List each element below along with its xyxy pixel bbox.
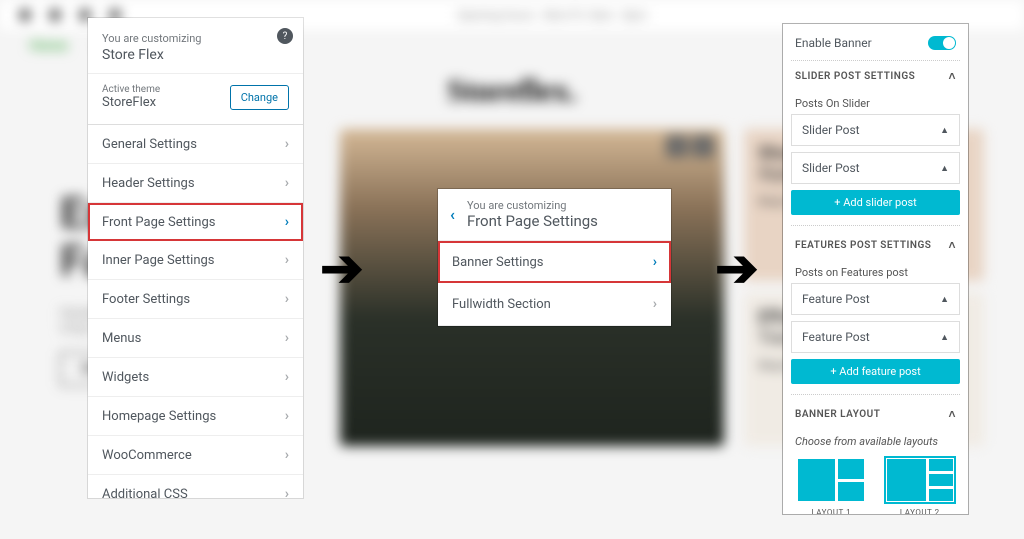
feature-post-item[interactable]: Feature Post▲ (791, 283, 960, 315)
panel-title: Store Flex (102, 47, 289, 63)
feature-post-item[interactable]: Feature Post▲ (791, 321, 960, 353)
enable-banner-toggle[interactable] (928, 36, 956, 50)
triangle-up-icon: ▲ (940, 163, 949, 174)
add-slider-post-button[interactable]: + Add slider post (791, 190, 960, 215)
posts-on-slider-label: Posts On Slider (791, 91, 960, 114)
customizer-panel-front-page: ‹ You are customizing Front Page Setting… (438, 189, 671, 326)
menu-item-front-page-settings[interactable]: Front Page Settings› (88, 203, 303, 241)
menu-item-woocommerce[interactable]: WooCommerce› (88, 436, 303, 475)
change-theme-button[interactable]: Change (230, 85, 289, 110)
customizer-panel-main: You are customizing Store Flex ? Active … (88, 18, 303, 498)
layout-option-1[interactable]: Layout 1 (791, 456, 872, 514)
triangle-up-icon: ▲ (940, 332, 949, 343)
chevron-right-icon: › (285, 330, 289, 346)
slider-post-item[interactable]: Slider Post▲ (791, 114, 960, 146)
triangle-up-icon: ▲ (940, 125, 949, 136)
back-button[interactable]: ‹ (450, 205, 455, 224)
triangle-up-icon: ▲ (940, 294, 949, 305)
menu-item-additional-css[interactable]: Additional CSS› (88, 475, 303, 498)
chevron-right-icon: › (285, 447, 289, 463)
chevron-right-icon: › (285, 369, 289, 385)
menu-item-widgets[interactable]: Widgets› (88, 358, 303, 397)
active-theme-name: StoreFlex (102, 95, 160, 110)
panel-title: Front Page Settings (467, 212, 598, 230)
add-feature-post-button[interactable]: + Add feature post (791, 359, 960, 384)
layout-option-2[interactable]: Layout 2 (880, 456, 961, 514)
posts-on-features-label: Posts on Features post (791, 260, 960, 283)
section-features-post-settings[interactable]: FEATURES POST SETTINGS˄ (791, 230, 960, 260)
chevron-right-icon: › (653, 296, 657, 312)
menu-item-header-settings[interactable]: Header Settings› (88, 164, 303, 203)
section-banner-layout[interactable]: BANNER LAYOUT˄ (791, 399, 960, 429)
chevron-right-icon: › (285, 486, 289, 498)
menu-item-banner-settings[interactable]: Banner Settings› (438, 241, 671, 283)
menu-item-fullwidth-section[interactable]: Fullwidth Section› (438, 283, 671, 326)
chevron-right-icon: › (285, 252, 289, 268)
arrow-icon: ➔ (715, 238, 759, 299)
chevron-up-icon: ˄ (948, 407, 956, 421)
customizing-label: You are customizing (102, 32, 289, 45)
enable-banner-label: Enable Banner (795, 36, 872, 50)
menu-item-menus[interactable]: Menus› (88, 319, 303, 358)
chevron-right-icon: › (285, 175, 289, 191)
chevron-up-icon: ˄ (948, 69, 956, 83)
section-slider-post-settings[interactable]: SLIDER POST SETTINGS˄ (791, 61, 960, 91)
choose-layouts-label: Choose from available layouts (791, 429, 960, 452)
chevron-right-icon: › (285, 408, 289, 424)
chevron-up-icon: ˄ (948, 238, 956, 252)
chevron-right-icon: › (285, 136, 289, 152)
menu-item-homepage-settings[interactable]: Homepage Settings› (88, 397, 303, 436)
chevron-right-icon: › (285, 291, 289, 307)
arrow-icon: ➔ (320, 238, 364, 299)
active-theme-label: Active theme (102, 84, 160, 95)
customizing-label: You are customizing (467, 199, 598, 212)
menu-item-general-settings[interactable]: General Settings› (88, 125, 303, 164)
slider-post-item[interactable]: Slider Post▲ (791, 152, 960, 184)
help-icon[interactable]: ? (277, 28, 293, 44)
customizer-panel-banner-settings: Enable Banner SLIDER POST SETTINGS˄ Post… (783, 24, 968, 514)
menu-item-footer-settings[interactable]: Footer Settings› (88, 280, 303, 319)
chevron-right-icon: › (285, 214, 289, 230)
menu-item-inner-page-settings[interactable]: Inner Page Settings› (88, 241, 303, 280)
chevron-right-icon: › (653, 254, 657, 270)
